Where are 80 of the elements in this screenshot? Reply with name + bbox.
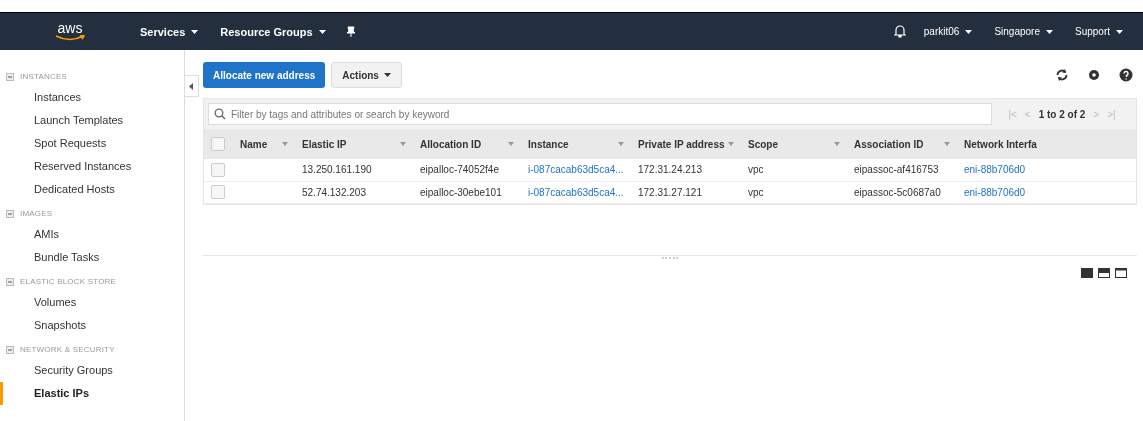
nav-menu[interactable]: Resource Groups (220, 23, 326, 40)
help-icon[interactable] (1119, 68, 1133, 82)
bell-icon[interactable] (893, 25, 906, 38)
sidebar-item[interactable]: Security Groups (0, 359, 184, 382)
sidebar-section-title: INSTANCES (20, 72, 67, 81)
sidebar-item[interactable]: Bundle Tasks (0, 246, 184, 269)
pin-icon[interactable] (345, 25, 356, 38)
smile-arrow-icon (55, 35, 85, 41)
sidebar-section-title: ELASTIC BLOCK STORE (20, 277, 117, 286)
caret-icon (1116, 29, 1123, 34)
caret-icon (191, 29, 199, 34)
table-cell: 172.31.24.213 (638, 164, 702, 176)
sort-icon (282, 142, 288, 146)
refresh-icon[interactable] (1055, 68, 1069, 82)
column-header[interactable]: Instance (528, 138, 569, 150)
table-link[interactable]: eni-88b706d0 (964, 164, 1026, 176)
table-cell: 52.74.132.203 (302, 186, 366, 198)
sort-icon (618, 142, 624, 146)
table-link[interactable]: eni-88b706d0 (964, 186, 1026, 198)
sidebar-item[interactable]: Launch Templates (0, 109, 184, 132)
sidebar-item[interactable]: Spot Requests (0, 132, 184, 155)
sidebar-item[interactable]: Snapshots (0, 314, 184, 337)
collapse-toggle-icon[interactable] (6, 72, 14, 81)
sort-icon (400, 142, 406, 146)
sort-icon (508, 142, 514, 146)
collapse-sidebar-button[interactable] (185, 75, 199, 97)
column-header[interactable]: Name (240, 138, 268, 150)
settings-icon[interactable] (1087, 68, 1101, 82)
caret-icon (965, 29, 973, 34)
actions-button[interactable]: Actions (331, 62, 402, 88)
collapse-toggle-icon[interactable] (6, 277, 14, 286)
drag-handle-icon[interactable] (662, 256, 678, 261)
collapse-toggle-icon[interactable] (6, 345, 14, 354)
sidebar-item[interactable]: AMIs (0, 223, 184, 246)
sidebar-item[interactable]: Reserved Instances (0, 155, 184, 178)
table-cell: vpc (748, 186, 764, 198)
column-header[interactable]: Association ID (854, 138, 924, 150)
column-header[interactable]: Elastic IP (302, 138, 347, 150)
logo-text: aws (57, 22, 83, 35)
collapse-toggle-icon[interactable] (6, 209, 14, 218)
sidebar-item[interactable]: Volumes (0, 291, 184, 314)
left-arrow-icon (189, 82, 194, 90)
table-cell: 13.250.161.190 (302, 164, 372, 176)
nav-menu[interactable]: parkit06 (923, 24, 973, 39)
pagination-text: 1 to 2 of 2 (1038, 108, 1086, 120)
row-checkbox[interactable] (211, 162, 225, 177)
caret-icon (1045, 29, 1053, 34)
table-cell: eipalloc-74052f4e (420, 164, 499, 176)
table-cell: vpc (748, 164, 764, 176)
column-header[interactable]: Scope (748, 138, 778, 150)
layout-full-icon[interactable] (1081, 267, 1093, 278)
sidebar-section-title: IMAGES (20, 209, 53, 218)
nav-menu[interactable]: Singapore (994, 24, 1053, 39)
layout-bottom-icon[interactable] (1115, 267, 1127, 278)
filter-search-field[interactable]: Filter by tags and attributes or search by keyword (208, 103, 992, 125)
sort-icon (944, 142, 950, 146)
table-link[interactable]: i-087cacab63d5ca4... (528, 164, 624, 176)
allocate-address-button[interactable]: Allocate new address (203, 62, 326, 88)
caret-icon (318, 29, 326, 34)
table-link[interactable]: i-087cacab63d5ca4... (528, 186, 624, 198)
sidebar-item[interactable]: Elastic IPs (0, 382, 184, 405)
nav-menu[interactable]: Services (140, 23, 199, 40)
table-cell: 172.31.27.121 (638, 186, 702, 198)
column-header[interactable]: Private IP address (638, 138, 725, 150)
column-header[interactable]: Allocation ID (420, 138, 482, 150)
table-cell: eipassoc-af416753 (854, 164, 939, 176)
nav-menu[interactable]: Support (1074, 24, 1123, 39)
row-checkbox[interactable] (211, 185, 225, 200)
caret-icon (383, 73, 391, 77)
table-cell: eipalloc-30ebe101 (420, 186, 502, 198)
logo[interactable]: aws (52, 22, 88, 41)
select-all-checkbox[interactable] (211, 137, 225, 152)
table-cell: eipassoc-5c0687a0 (854, 186, 941, 198)
column-header[interactable]: Network Interfa (964, 138, 1037, 150)
sort-icon (728, 142, 734, 146)
sort-icon (834, 142, 840, 146)
sidebar-section-title: NETWORK & SECURITY (20, 345, 115, 354)
layout-split-icon[interactable] (1098, 267, 1110, 278)
sidebar-item[interactable]: Instances (0, 86, 184, 109)
sidebar-item[interactable]: Dedicated Hosts (0, 178, 184, 201)
